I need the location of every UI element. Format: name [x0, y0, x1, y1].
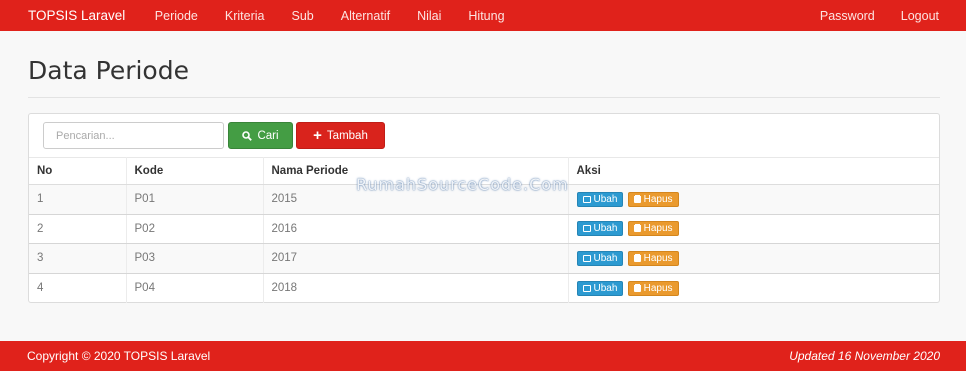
- header-kode: Kode: [126, 157, 264, 185]
- hapus-button[interactable]: Hapus: [627, 250, 679, 266]
- trash-icon: [633, 225, 641, 233]
- header-nama-periode: Nama Periode: [263, 157, 569, 185]
- nav-alternatif[interactable]: Alternatif: [327, 9, 403, 23]
- hapus-label: Hapus: [643, 252, 673, 264]
- trash-icon: [633, 284, 641, 292]
- nav-hitung[interactable]: Hitung: [455, 9, 518, 23]
- hapus-label: Hapus: [643, 223, 673, 235]
- tambah-label: Tambah: [326, 129, 368, 142]
- table-row: 4 P04 2018 Ubah Hapus: [29, 273, 939, 303]
- footer-updated: Updated 16 November 2020: [789, 349, 940, 363]
- data-panel: Cari + Tambah No Kode Nama Periode Aksi …: [28, 113, 940, 303]
- edit-icon: [582, 254, 591, 262]
- cari-label: Cari: [257, 129, 279, 142]
- footer: Copyright © 2020 TOPSIS Laravel Updated …: [0, 341, 966, 371]
- cari-button[interactable]: Cari: [228, 122, 293, 149]
- cell-nama: 2017: [263, 243, 569, 274]
- cell-nama: 2016: [263, 214, 569, 244]
- cell-aksi: Ubah Hapus: [568, 214, 939, 244]
- cell-kode: P02: [126, 214, 264, 244]
- ubah-label: Ubah: [593, 223, 618, 235]
- cell-no: 1: [29, 184, 127, 215]
- header-aksi: Aksi: [568, 157, 939, 185]
- title-divider: [28, 97, 940, 98]
- hapus-label: Hapus: [643, 282, 673, 294]
- ubah-button[interactable]: Ubah: [576, 280, 624, 296]
- table-row: 1 P01 2015 Ubah Hapus: [29, 184, 939, 215]
- ubah-button[interactable]: Ubah: [576, 221, 624, 237]
- hapus-button[interactable]: Hapus: [627, 280, 679, 296]
- cell-no: 3: [29, 243, 127, 274]
- nav-menu: Periode Kriteria Sub Alternatif Nilai Hi…: [141, 9, 518, 23]
- nav-logout[interactable]: Logout: [888, 9, 952, 23]
- ubah-label: Ubah: [593, 193, 618, 205]
- periode-table: No Kode Nama Periode Aksi 1 P01 2015 Uba…: [29, 157, 939, 303]
- page-title: Data Periode: [28, 56, 189, 85]
- hapus-label: Hapus: [643, 193, 673, 205]
- trash-icon: [633, 195, 641, 203]
- search-input[interactable]: [43, 122, 224, 149]
- nav-nilai[interactable]: Nilai: [404, 9, 455, 23]
- ubah-label: Ubah: [593, 252, 618, 264]
- header-no: No: [29, 157, 127, 185]
- nav-kriteria[interactable]: Kriteria: [211, 9, 278, 23]
- cell-kode: P03: [126, 243, 264, 274]
- tambah-button[interactable]: + Tambah: [296, 122, 385, 149]
- cell-kode: P04: [126, 273, 264, 303]
- cell-aksi: Ubah Hapus: [568, 243, 939, 274]
- cell-aksi: Ubah Hapus: [568, 273, 939, 303]
- nav-user-menu: Password Logout: [807, 9, 952, 23]
- edit-icon: [582, 284, 591, 292]
- ubah-button[interactable]: Ubah: [576, 191, 624, 207]
- footer-copyright: Copyright © 2020 TOPSIS Laravel: [27, 349, 211, 363]
- top-navbar: TOPSIS Laravel Periode Kriteria Sub Alte…: [0, 0, 966, 31]
- hapus-button[interactable]: Hapus: [627, 221, 679, 237]
- hapus-button[interactable]: Hapus: [627, 191, 679, 207]
- cell-aksi: Ubah Hapus: [568, 184, 939, 215]
- edit-icon: [582, 225, 591, 233]
- plus-icon: +: [313, 127, 322, 144]
- cell-no: 4: [29, 273, 127, 303]
- ubah-button[interactable]: Ubah: [576, 250, 624, 266]
- nav-password[interactable]: Password: [807, 9, 888, 23]
- nav-periode[interactable]: Periode: [141, 9, 211, 23]
- brand-link[interactable]: TOPSIS Laravel: [0, 8, 125, 23]
- search-icon: [242, 130, 253, 141]
- cell-nama: 2018: [263, 273, 569, 303]
- cell-kode: P01: [126, 184, 264, 215]
- ubah-label: Ubah: [593, 282, 618, 294]
- table-header-row: No Kode Nama Periode Aksi: [29, 157, 939, 185]
- table-row: 2 P02 2016 Ubah Hapus: [29, 214, 939, 244]
- cell-nama: 2015: [263, 184, 569, 215]
- edit-icon: [582, 195, 591, 203]
- nav-sub[interactable]: Sub: [278, 9, 327, 23]
- cell-no: 2: [29, 214, 127, 244]
- trash-icon: [633, 254, 641, 262]
- table-row: 3 P03 2017 Ubah Hapus: [29, 243, 939, 274]
